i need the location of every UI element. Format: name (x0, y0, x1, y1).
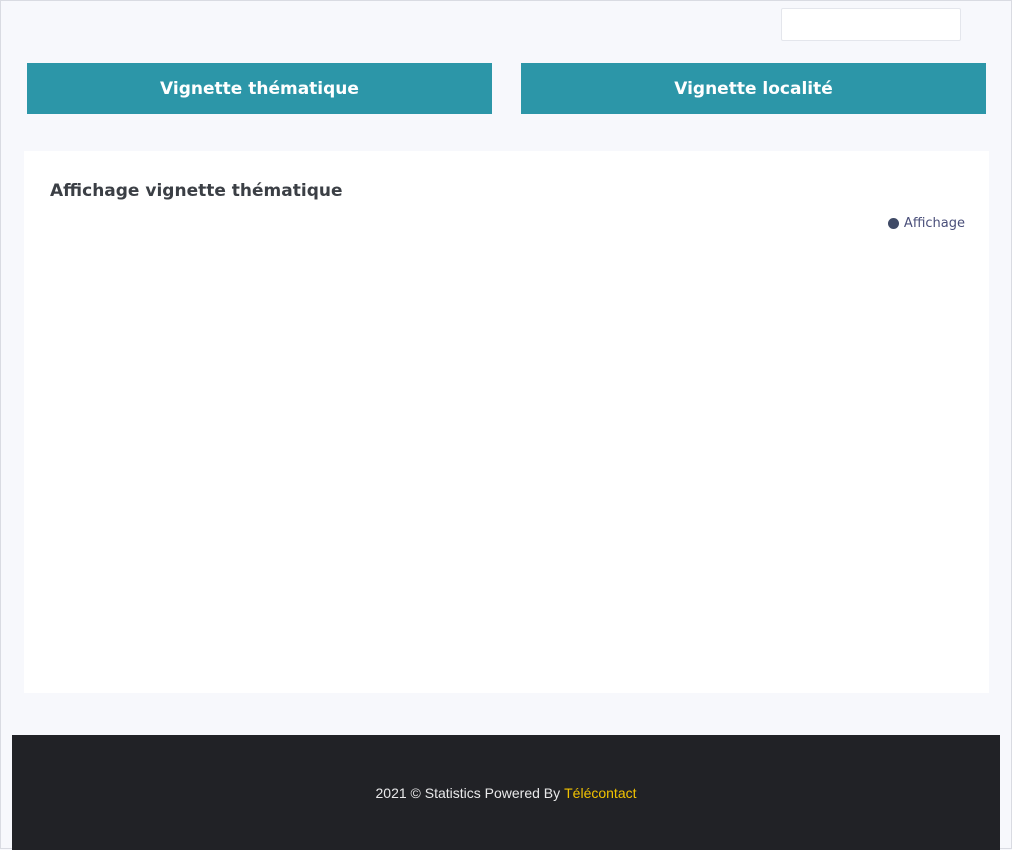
chart-plot-area (50, 246, 962, 666)
legend-label: Affichage (903, 216, 965, 231)
footer: 2021 © Statistics Powered By Télécontact (12, 735, 1000, 850)
chart-title: Affichage vignette thématique (50, 181, 343, 201)
vignette-localite-button[interactable]: Vignette localité (521, 63, 986, 114)
chart-card: Affichage vignette thématique Affichage (24, 151, 989, 693)
footer-copyright-text: 2021 © Statistics Powered By (375, 784, 561, 801)
vignette-thematique-button[interactable]: Vignette thématique (27, 63, 492, 114)
top-search-input[interactable] (781, 8, 961, 41)
legend-dot-icon (887, 218, 899, 229)
chart-legend[interactable]: Affichage (887, 216, 965, 231)
footer-brand-link[interactable]: Télécontact (564, 785, 636, 801)
